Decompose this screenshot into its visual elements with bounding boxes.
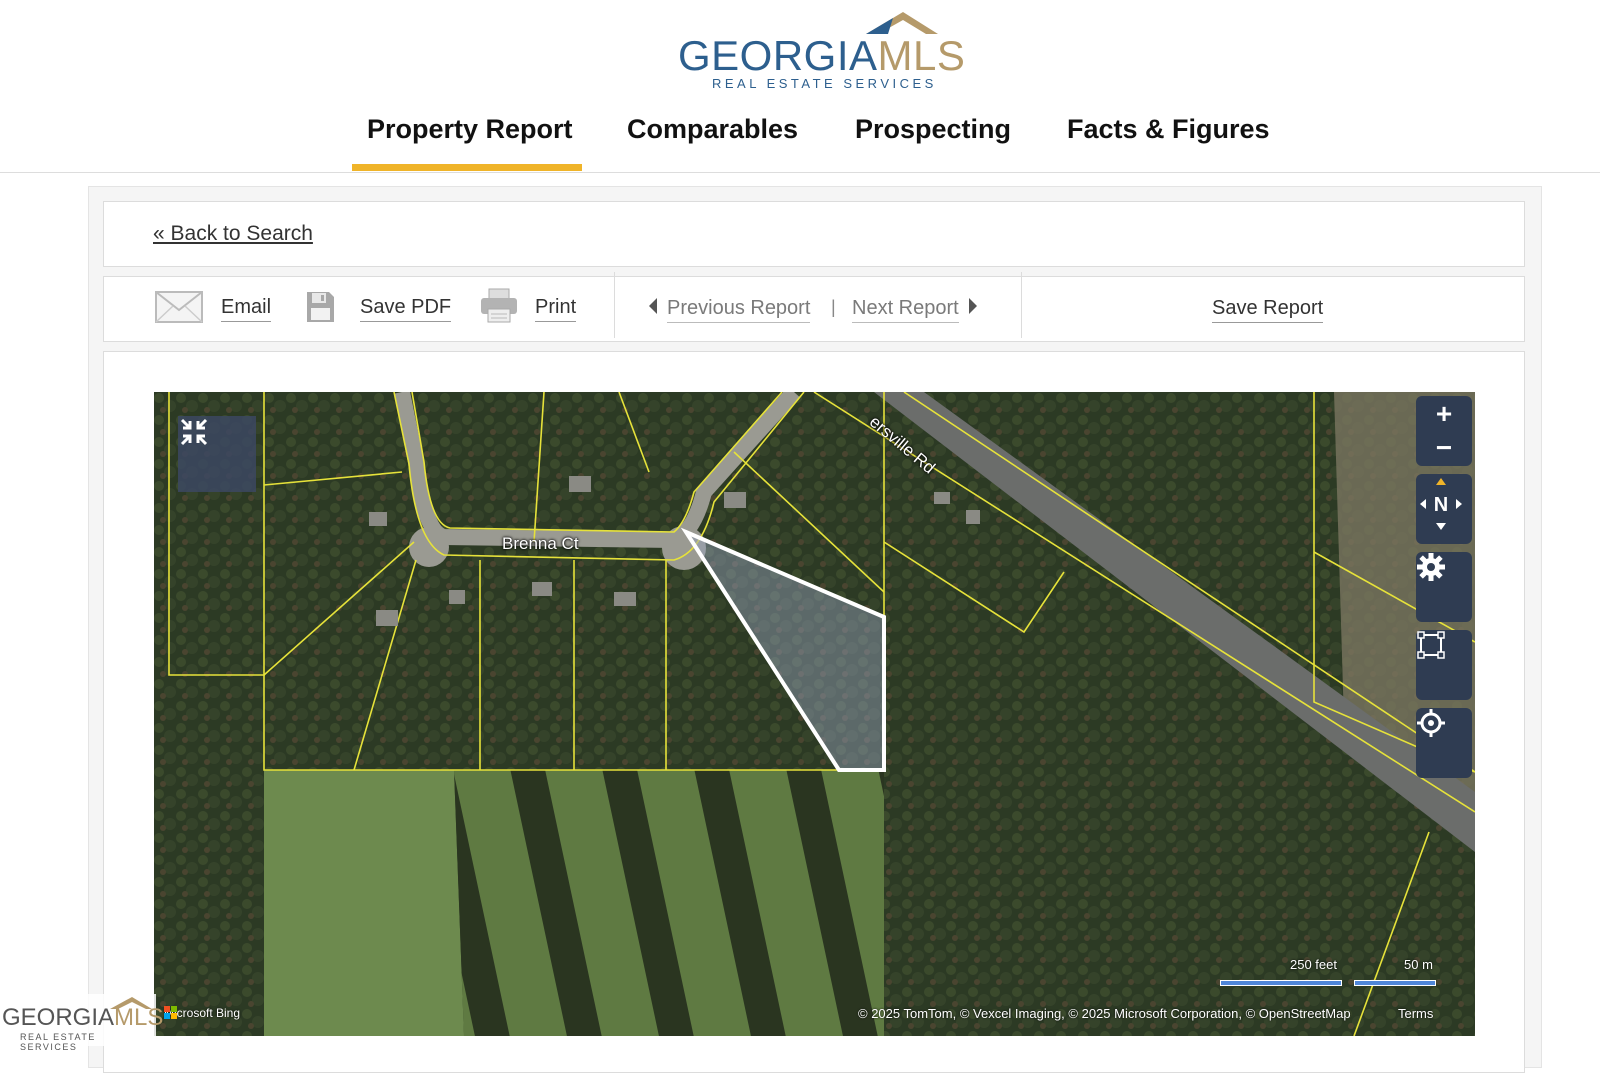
print-icon[interactable] xyxy=(480,288,518,324)
compass-button[interactable]: N xyxy=(1416,474,1472,544)
road-label-brenna-ct: Brenna Ct xyxy=(502,534,579,553)
save-pdf-button[interactable]: Save PDF xyxy=(360,296,452,322)
watermark-word-primary: GEORGIA xyxy=(2,1004,115,1031)
zoom-control: + − xyxy=(1416,396,1472,466)
scale-bar-metric xyxy=(1354,980,1436,986)
selection-square-icon xyxy=(1417,631,1445,659)
terms-link[interactable]: Terms xyxy=(1398,1006,1433,1021)
logo-word-primary: GEORGIA xyxy=(678,32,878,79)
tab-property-report[interactable]: Property Report xyxy=(367,114,573,145)
save-report-button[interactable]: Save Report xyxy=(1212,297,1324,323)
draw-area-button[interactable] xyxy=(1416,630,1472,700)
map-attribution: © 2025 TomTom, © Vexcel Imaging, © 2025 … xyxy=(858,1006,1351,1021)
zoom-out-button[interactable]: − xyxy=(1436,431,1452,465)
bing-attribution: Microsoft Bing xyxy=(164,1006,240,1020)
active-tab-indicator xyxy=(352,164,582,171)
microsoft-logo-icon xyxy=(164,1006,177,1019)
caret-right-icon xyxy=(969,298,977,314)
compass-label: N xyxy=(1434,494,1448,516)
crosshair-icon xyxy=(1417,709,1445,737)
email-icon[interactable] xyxy=(155,290,203,324)
aerial-map[interactable]: Brenna Ct ersville Rd + − N 250 feet 50 … xyxy=(154,392,1475,1036)
scale-label-imperial: 250 feet xyxy=(1290,957,1337,972)
back-bar xyxy=(103,201,1525,267)
toolbar-divider xyxy=(1021,272,1022,338)
back-to-search-link[interactable]: « Back to Search xyxy=(153,222,313,246)
georgia-mls-logo[interactable]: GEORGIAMLS REAL ESTATE SERVICES xyxy=(678,10,965,92)
compass-icon: N xyxy=(1420,478,1462,530)
exit-fullscreen-button[interactable] xyxy=(178,416,256,492)
email-button[interactable]: Email xyxy=(221,296,272,322)
logo-word-secondary: MLS xyxy=(877,32,966,79)
logo-tagline: REAL ESTATE SERVICES xyxy=(712,76,937,91)
collapse-icon xyxy=(180,418,208,446)
previous-report-button[interactable]: Previous Report xyxy=(667,297,811,323)
toolbar-divider xyxy=(614,272,615,338)
scale-label-metric: 50 m xyxy=(1404,957,1433,972)
watermark-logo: GEORGIAMLS REAL ESTATE SERVICES xyxy=(0,994,163,1052)
report-nav-separator: | xyxy=(831,297,836,317)
print-button[interactable]: Print xyxy=(535,296,577,322)
caret-left-icon xyxy=(649,298,657,314)
aerial-imagery xyxy=(154,392,1475,1036)
watermark-word-secondary: MLS xyxy=(114,1004,164,1031)
gear-icon xyxy=(1417,553,1445,581)
tab-prospecting[interactable]: Prospecting xyxy=(855,114,1011,145)
main-nav: Property Report Comparables Prospecting … xyxy=(0,96,1600,173)
tab-comparables[interactable]: Comparables xyxy=(627,114,798,145)
scale-bar-imperial xyxy=(1220,980,1342,986)
locate-me-button[interactable] xyxy=(1416,708,1472,778)
next-report-button[interactable]: Next Report xyxy=(852,297,959,323)
map-settings-button[interactable] xyxy=(1416,552,1472,622)
zoom-in-button[interactable]: + xyxy=(1436,397,1452,431)
save-pdf-icon[interactable] xyxy=(305,290,335,324)
watermark-tagline: REAL ESTATE SERVICES xyxy=(20,1032,96,1052)
tab-facts-figures[interactable]: Facts & Figures xyxy=(1067,114,1270,145)
